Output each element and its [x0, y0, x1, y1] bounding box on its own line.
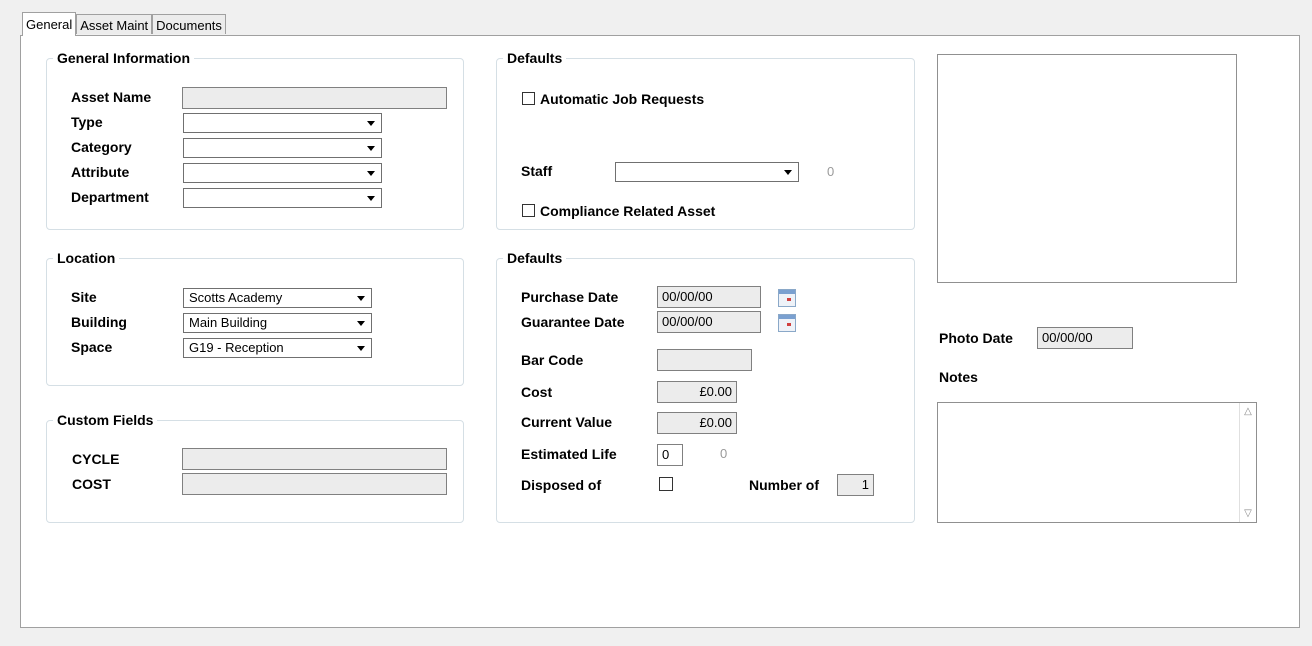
site-label: Site — [71, 289, 97, 305]
space-label: Space — [71, 339, 113, 355]
group-title: Custom Fields — [53, 412, 158, 428]
photo-date-input[interactable]: 00/00/00 — [1037, 327, 1133, 349]
guarantee-date-label: Guarantee Date — [521, 314, 625, 330]
number-of-input[interactable]: 1 — [837, 474, 874, 496]
group-title: Location — [53, 250, 120, 266]
department-label: Department — [71, 189, 149, 205]
cost-custom-input[interactable] — [182, 473, 447, 495]
cycle-label: CYCLE — [72, 451, 120, 467]
site-value: Scotts Academy — [189, 290, 283, 305]
bar-code-label: Bar Code — [521, 352, 584, 368]
attribute-label: Attribute — [71, 164, 130, 180]
estimated-life-input[interactable]: 0 — [657, 444, 683, 466]
chevron-down-icon — [367, 146, 375, 151]
custom-fields-group: Custom Fields CYCLE COST — [46, 412, 464, 523]
cost-custom-label: COST — [72, 476, 111, 492]
chevron-down-icon — [784, 170, 792, 175]
chevron-down-icon — [367, 171, 375, 176]
staff-label: Staff — [521, 163, 553, 179]
category-select[interactable] — [183, 138, 382, 158]
group-title: Defaults — [503, 50, 567, 66]
defaults-bottom-group: Defaults Purchase Date 00/00/00 Guarante… — [496, 250, 915, 523]
staff-select[interactable] — [615, 162, 799, 182]
disposed-of-checkbox[interactable] — [659, 477, 673, 491]
type-select[interactable] — [183, 113, 382, 133]
compliance-related-asset-checkbox[interactable] — [522, 204, 535, 217]
staff-count: 0 — [827, 164, 835, 179]
automatic-job-requests-label: Automatic Job Requests — [540, 91, 705, 107]
cost-label: Cost — [521, 384, 553, 400]
current-value-label: Current Value — [521, 414, 613, 430]
disposed-of-label: Disposed of — [521, 477, 602, 493]
automatic-job-requests-checkbox[interactable] — [522, 92, 535, 105]
chevron-down-icon — [357, 321, 365, 326]
purchase-date-label: Purchase Date — [521, 289, 619, 305]
general-information-group: General Information Asset Name Type Cate… — [46, 50, 464, 230]
calendar-icon[interactable] — [778, 289, 796, 307]
defaults-top-group: Defaults Automatic Job Requests Staff 0 … — [496, 50, 915, 230]
building-select[interactable]: Main Building — [183, 313, 372, 333]
estimated-life-label: Estimated Life — [521, 446, 617, 462]
photo-box[interactable] — [937, 54, 1237, 283]
tab-bar: General Asset Maint Documents — [22, 12, 226, 36]
asset-name-label: Asset Name — [71, 89, 152, 105]
notes-scrollbar[interactable]: △ ▽ — [1239, 403, 1256, 522]
photo-date-label: Photo Date — [939, 330, 1013, 346]
space-value: G19 - Reception — [189, 340, 284, 355]
purchase-date-input[interactable]: 00/00/00 — [657, 286, 761, 308]
site-select[interactable]: Scotts Academy — [183, 288, 372, 308]
building-value: Main Building — [189, 315, 268, 330]
asset-name-input[interactable] — [182, 87, 447, 109]
type-label: Type — [71, 114, 103, 130]
group-title: General Information — [53, 50, 195, 66]
space-select[interactable]: G19 - Reception — [183, 338, 372, 358]
notes-label: Notes — [939, 369, 978, 385]
tab-asset-maint[interactable]: Asset Maint — [76, 14, 153, 34]
tab-documents[interactable]: Documents — [152, 14, 226, 34]
guarantee-date-input[interactable]: 00/00/00 — [657, 311, 761, 333]
chevron-down-icon — [357, 296, 365, 301]
notes-textarea[interactable]: △ ▽ — [937, 402, 1257, 523]
chevron-down-icon — [367, 196, 375, 201]
estimated-life-extra: 0 — [720, 446, 728, 461]
cycle-input[interactable] — [182, 448, 447, 470]
bar-code-input[interactable] — [657, 349, 752, 371]
building-label: Building — [71, 314, 127, 330]
department-select[interactable] — [183, 188, 382, 208]
attribute-select[interactable] — [183, 163, 382, 183]
number-of-label: Number of — [749, 477, 819, 493]
group-title: Defaults — [503, 250, 567, 266]
general-tab-panel: General Information Asset Name Type Cate… — [20, 35, 1300, 628]
cost-input[interactable]: £0.00 — [657, 381, 737, 403]
tab-general[interactable]: General — [22, 12, 77, 36]
compliance-related-asset-label: Compliance Related Asset — [540, 203, 716, 219]
category-label: Category — [71, 139, 132, 155]
scroll-up-icon[interactable]: △ — [1240, 403, 1256, 420]
chevron-down-icon — [367, 121, 375, 126]
location-group: Location Site Scotts Academy Building Ma… — [46, 250, 464, 386]
scroll-down-icon[interactable]: ▽ — [1240, 505, 1256, 522]
calendar-icon[interactable] — [778, 314, 796, 332]
current-value-input[interactable]: £0.00 — [657, 412, 737, 434]
chevron-down-icon — [357, 346, 365, 351]
